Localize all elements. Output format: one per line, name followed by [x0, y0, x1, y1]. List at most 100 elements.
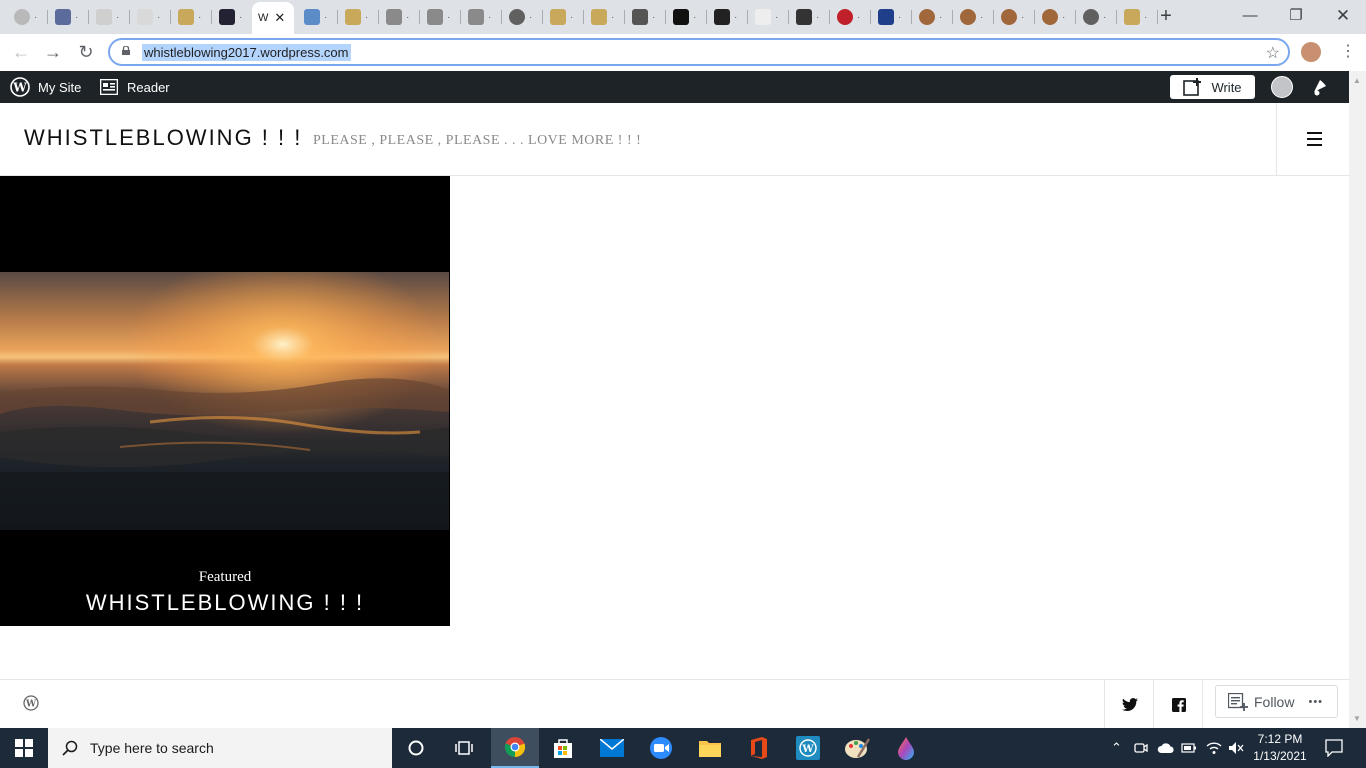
my-site-button[interactable]: W My Site — [10, 71, 81, 103]
back-button[interactable]: ← — [10, 41, 32, 63]
address-bar[interactable]: whistleblowing2017.wordpress.com ☆ — [108, 38, 1290, 66]
wordpress-footer-logo-icon[interactable]: W — [23, 695, 39, 711]
paint3d-taskbar-button[interactable] — [882, 728, 930, 768]
notifications-bell-icon[interactable] — [1310, 77, 1330, 97]
browser-tab[interactable]: · — [462, 4, 502, 30]
tab-overflow-dot: · — [75, 11, 79, 23]
cortana-button[interactable] — [392, 728, 440, 768]
bookmark-star-icon[interactable]: ☆ — [1266, 43, 1280, 63]
eye-favicon-icon — [468, 9, 484, 25]
tab-separator — [1116, 10, 1117, 24]
browser-tab[interactable]: · — [421, 4, 461, 30]
browser-tab[interactable]: · — [913, 4, 953, 30]
browser-tab[interactable]: · — [1077, 4, 1117, 30]
start-button[interactable] — [0, 728, 48, 768]
forward-button[interactable]: → — [42, 41, 64, 63]
menu-toggle-button[interactable] — [1276, 103, 1350, 175]
browser-tab[interactable]: · — [1036, 4, 1076, 30]
battery-icon[interactable] — [1181, 742, 1197, 754]
browser-tab[interactable]: · — [131, 4, 171, 30]
ball-favicon-icon — [960, 9, 976, 25]
browser-menu-icon[interactable]: ⋮ — [1340, 42, 1356, 62]
tab-overflow-dot: · — [898, 11, 902, 23]
tab-separator — [129, 10, 130, 24]
featured-post-card[interactable]: Featured WHISTLEBLOWING ! ! ! — [0, 176, 450, 626]
browser-tab[interactable]: · — [213, 4, 253, 30]
scroll-down-arrow-icon[interactable]: ▼ — [1353, 714, 1361, 723]
browser-tab[interactable]: · — [339, 4, 379, 30]
browser-tab[interactable]: · — [626, 4, 666, 30]
ball-favicon-icon — [1001, 9, 1017, 25]
volume-muted-icon[interactable] — [1228, 741, 1244, 755]
more-options-button[interactable]: ••• — [1308, 696, 1323, 708]
site-footer: W Follow ••• — [0, 679, 1349, 729]
browser-tab[interactable]: · — [544, 4, 584, 30]
page-scrollbar[interactable] — [1349, 71, 1366, 728]
seal-icon-icon — [14, 9, 30, 25]
wordpress-taskbar-button[interactable]: W — [784, 728, 832, 768]
show-hidden-icons-button[interactable]: ⌃ — [1111, 740, 1122, 756]
wifi-icon[interactable] — [1206, 741, 1222, 755]
featured-post-title[interactable]: WHISTLEBLOWING ! ! ! — [0, 590, 450, 616]
close-tab-icon[interactable]: ✕ — [274, 10, 285, 26]
browser-tab[interactable]: · — [749, 4, 789, 30]
browser-toolbar: ← → ↻ whistleblowing2017.wordpress.com ☆ — [0, 34, 1366, 72]
browser-tab[interactable]: · — [954, 4, 994, 30]
zoom-taskbar-button[interactable] — [637, 728, 685, 768]
new-tab-button[interactable]: + — [1156, 6, 1176, 26]
browser-tab[interactable]: · — [708, 4, 748, 30]
reload-button[interactable]: ↻ — [75, 41, 97, 63]
browser-tab[interactable]: · — [790, 4, 830, 30]
minimize-button[interactable]: — — [1240, 6, 1260, 26]
tab-overflow-dot: · — [529, 11, 533, 23]
tab-overflow-dot: · — [34, 11, 38, 23]
tab-overflow-dot: · — [570, 11, 574, 23]
store-taskbar-button[interactable] — [539, 728, 587, 768]
mail-taskbar-button[interactable] — [588, 728, 636, 768]
onedrive-cloud-icon[interactable] — [1157, 742, 1175, 754]
browser-tab[interactable]: · — [831, 4, 871, 30]
tab-separator — [378, 10, 379, 24]
reader-button[interactable]: Reader — [100, 71, 170, 103]
user-avatar-icon[interactable] — [1271, 76, 1293, 98]
browser-tab-active[interactable]: W ✕ — [252, 2, 294, 34]
site-title[interactable]: WHISTLEBLOWING ! ! ! — [24, 125, 302, 151]
taskbar-search-box[interactable]: Type here to search — [48, 728, 392, 768]
follow-button[interactable]: Follow ••• — [1215, 685, 1338, 718]
scroll-up-arrow-icon[interactable]: ▲ — [1353, 76, 1361, 85]
file-explorer-taskbar-button[interactable] — [686, 728, 734, 768]
browser-tab[interactable]: · — [667, 4, 707, 30]
taskbar-clock[interactable]: 7:12 PM 1/13/2021 — [1248, 731, 1312, 765]
chrome-taskbar-button[interactable] — [491, 728, 539, 768]
action-center-icon[interactable] — [1325, 739, 1343, 757]
office-taskbar-button[interactable] — [735, 728, 783, 768]
browser-tab[interactable]: · — [380, 4, 420, 30]
browser-tab[interactable]: · — [90, 4, 130, 30]
close-window-button[interactable]: ✕ — [1333, 6, 1353, 26]
profile-avatar[interactable] — [1301, 42, 1321, 62]
paint-taskbar-button[interactable] — [833, 728, 881, 768]
browser-tab[interactable]: · — [49, 4, 89, 30]
url-text[interactable]: whistleblowing2017.wordpress.com — [142, 44, 351, 61]
featured-image-sunset[interactable] — [0, 272, 449, 530]
browser-tab[interactable]: · — [172, 4, 212, 30]
browser-tab[interactable]: · — [585, 4, 625, 30]
browser-tab[interactable]: · — [503, 4, 543, 30]
wordpress-logo-icon: W — [10, 77, 30, 97]
browser-tab[interactable]: · — [298, 4, 338, 30]
maximize-button[interactable]: ❐ — [1286, 6, 1306, 26]
twitter-link[interactable] — [1104, 680, 1154, 729]
write-button[interactable]: Write — [1170, 75, 1255, 99]
black-box-favicon-icon — [673, 9, 689, 25]
task-view-button[interactable] — [440, 728, 488, 768]
browser-tab[interactable]: · — [1118, 4, 1158, 30]
browser-tab[interactable]: · — [872, 4, 912, 30]
hamburger-icon-bar — [1307, 144, 1322, 146]
facebook-link[interactable] — [1153, 680, 1203, 729]
browser-tab[interactable]: · — [995, 4, 1035, 30]
browser-tab[interactable]: · — [8, 4, 48, 30]
tab-separator — [706, 10, 707, 24]
tab-overflow-dot: · — [939, 11, 943, 23]
tab-separator — [1075, 10, 1076, 24]
meet-now-icon[interactable] — [1134, 741, 1148, 755]
